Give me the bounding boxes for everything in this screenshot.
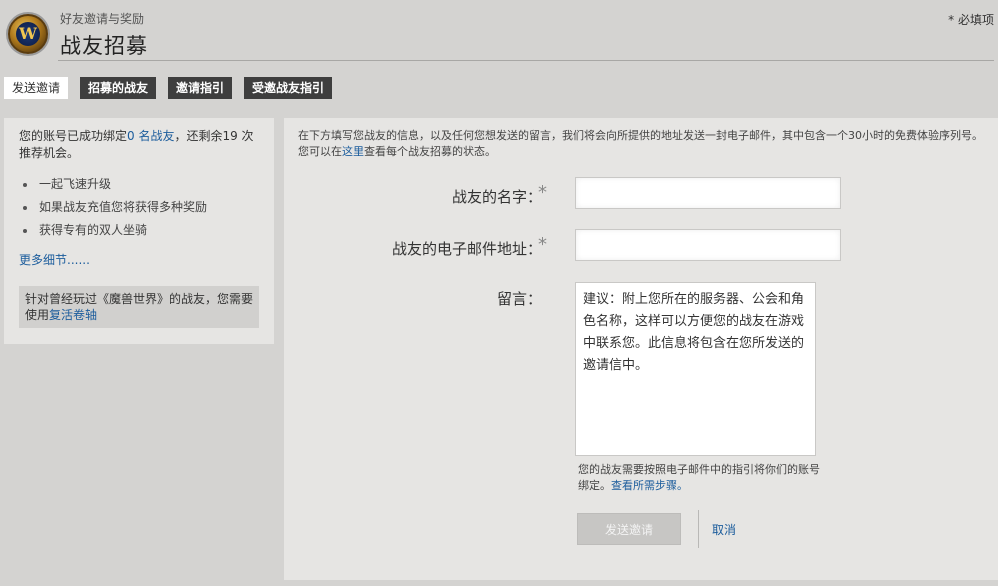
more-details-link[interactable]: 更多细节......: [19, 251, 90, 268]
page-header: W 好友邀请与奖励 战友招募 * 必填项: [0, 0, 998, 62]
form-intro: 在下方填写您战友的信息，以及任何您想发送的留言，我们将会向所提供的地址发送一封电…: [298, 128, 988, 160]
required-note: * 必填项: [948, 13, 994, 27]
benefit-item: 一起飞速升级: [19, 176, 207, 199]
wow-logo: W: [8, 14, 48, 54]
intro-text-end: 查看每个战友招募的状态。: [364, 145, 496, 158]
button-divider: [698, 510, 699, 548]
recruit-status: 您的账号已成功绑定0 名战友，还剩余19 次推荐机会。: [19, 128, 264, 162]
status-here-link[interactable]: 这里: [342, 145, 364, 158]
breadcrumb: 好友邀请与奖励: [60, 12, 145, 26]
binding-hint: 您的战友需要按照电子邮件中的指引将你们的账号绑定。查看所需步骤。: [578, 462, 828, 494]
tab-send-invite[interactable]: 发送邀请: [4, 77, 69, 99]
required-asterisk: *: [538, 234, 547, 255]
resurrection-scroll-link[interactable]: 复活卷轴: [49, 308, 97, 322]
sidebar-panel: 您的账号已成功绑定0 名战友，还剩余19 次推荐机会。 一起飞速升级 如果战友充…: [4, 118, 274, 344]
tab-invitee-guide[interactable]: 受邀战友指引: [244, 77, 333, 99]
message-label: 留言：: [496, 290, 542, 308]
recruited-count-link[interactable]: 0 名战友: [127, 129, 174, 143]
benefit-item: 如果战友充值您将获得多种奖励: [19, 199, 207, 222]
page-title: 战友招募: [60, 34, 148, 58]
friend-email-input[interactable]: [575, 229, 841, 261]
benefit-list: 一起飞速升级 如果战友充值您将获得多种奖励 获得专有的双人坐骑: [19, 176, 207, 245]
tab-recruited-friends[interactable]: 招募的战友: [80, 77, 157, 99]
friend-name-input[interactable]: [575, 177, 841, 209]
tab-invite-guide[interactable]: 邀请指引: [168, 77, 233, 99]
friend-email-label: 战友的电子邮件地址：: [391, 240, 542, 258]
view-steps-link[interactable]: 查看所需步骤。: [611, 479, 688, 492]
invite-form-panel: 在下方填写您战友的信息，以及任何您想发送的留言，我们将会向所提供的地址发送一封电…: [284, 118, 998, 580]
returning-player-note: 针对曾经玩过《魔兽世界》的战友，您需要使用复活卷轴: [19, 286, 259, 328]
header-divider: [58, 60, 994, 61]
required-asterisk: *: [538, 182, 547, 203]
recruit-status-prefix: 您的账号已成功绑定: [19, 129, 128, 143]
message-textarea[interactable]: 建议：附上您所在的服务器、公会和角色名称，这样可以方便您的战友在游戏中联系您。此…: [575, 282, 816, 456]
benefit-item: 获得专有的双人坐骑: [19, 222, 207, 245]
cancel-link[interactable]: 取消: [712, 521, 736, 538]
friend-name-label: 战友的名字：: [451, 188, 542, 206]
wow-logo-letter: W: [16, 22, 40, 46]
send-invite-button[interactable]: 发送邀请: [577, 513, 681, 545]
